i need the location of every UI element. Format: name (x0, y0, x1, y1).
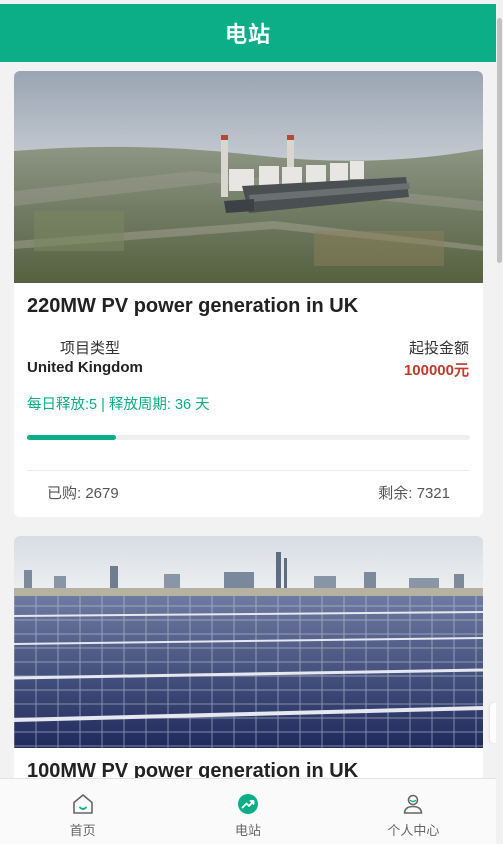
tab-label: 电站 (234, 823, 261, 838)
tab-home[interactable]: 首页 (0, 779, 165, 844)
tab-station[interactable]: 电站 (165, 779, 330, 844)
remaining-count: 剩余: 7321 (378, 485, 450, 502)
scrollbar[interactable] (496, 0, 503, 843)
progress-bar (27, 435, 470, 440)
home-icon (72, 794, 93, 814)
purchased-count: 已购: 2679 (47, 485, 119, 502)
page-title: 电站 (224, 22, 271, 47)
power-plant-image (14, 71, 483, 283)
solar-panels-image (14, 536, 483, 748)
scrollbar-thumb[interactable] (497, 18, 502, 263)
station-title: 220MW PV power generation in UK (27, 295, 359, 317)
page-header: 电站 (0, 4, 496, 62)
station-card[interactable]: 220MW PV power generation in UK 项目类型 起投金… (14, 71, 483, 517)
project-type-label: 项目类型 (60, 340, 121, 357)
tab-label: 个人中心 (387, 823, 440, 838)
tab-label: 首页 (69, 823, 96, 838)
bottom-tab-bar: 首页 电站 个人中心 (0, 778, 496, 844)
min-investment-label: 起投金额 (408, 340, 469, 357)
project-type-value: United Kingdom (27, 359, 143, 376)
progress-fill (27, 435, 116, 440)
trend-icon (237, 794, 258, 814)
side-handle[interactable] (490, 703, 496, 743)
tab-profile[interactable]: 个人中心 (331, 779, 496, 844)
release-info: 每日释放:5 | 释放周期: 36 天 (27, 397, 210, 413)
min-investment-value: 100000元 (403, 362, 469, 379)
user-icon (404, 794, 423, 814)
divider (27, 470, 470, 471)
